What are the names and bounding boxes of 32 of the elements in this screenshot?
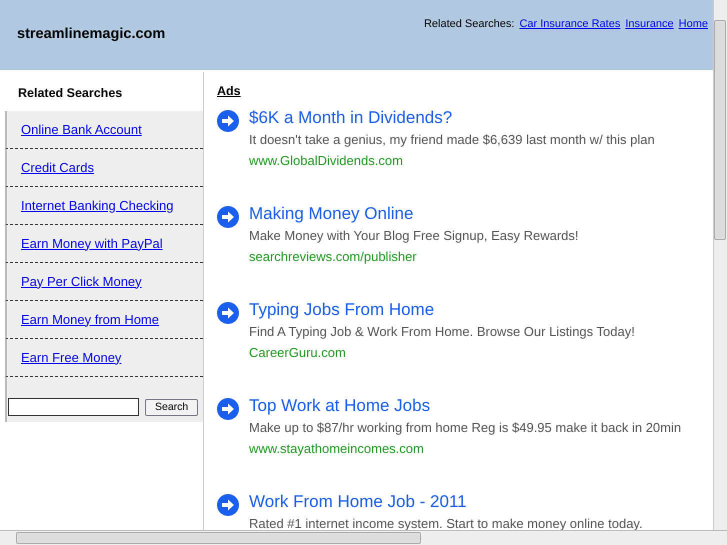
ad-url[interactable]: www.stayathomeincomes.com [249, 438, 682, 458]
vertical-scrollbar[interactable] [713, 0, 727, 530]
arrow-circle-icon[interactable] [217, 302, 239, 324]
related-link[interactable]: Insurance [625, 16, 674, 32]
ads-heading: Ads [217, 83, 242, 100]
ad-url[interactable]: CareerGuru.com [249, 342, 635, 362]
ad-description: Find A Typing Job & Work From Home. Browse Our Listings Today! [249, 322, 635, 340]
ad-title-link[interactable]: Work From Home Job - 2011 [249, 490, 643, 513]
sidebar-link[interactable]: Credit Cards [21, 158, 94, 177]
ad-url[interactable]: searchreviews.com/publisher [249, 246, 579, 266]
arrow-circle-icon[interactable] [217, 398, 239, 420]
arrow-circle-icon[interactable] [217, 494, 239, 516]
ad-description: Make up to $87/hr working from home Reg is $49.95 make it back in 20min [249, 418, 682, 436]
ad-title-link[interactable]: Top Work at Home Jobs [249, 394, 682, 417]
arrow-circle-icon[interactable] [217, 206, 239, 228]
ad-url[interactable]: www.GlobalDividends.com [249, 150, 655, 170]
ad-title-link[interactable]: $6K a Month in Dividends? [249, 106, 655, 129]
scrollbar-thumb[interactable] [714, 20, 726, 240]
related-searches-label: Related Searches: [424, 16, 514, 32]
scrollbar-thumb[interactable] [16, 532, 421, 544]
related-link[interactable]: Home [678, 16, 708, 32]
search-button[interactable]: Search [145, 398, 198, 416]
site-title: streamlinemagic.com [17, 25, 166, 44]
horizontal-scrollbar[interactable] [0, 530, 727, 545]
sidebar-heading: Related Searches [17, 85, 124, 102]
ad-description: It doesn't take a genius, my friend made $6,639 last month w/ this plan [249, 130, 655, 148]
ad-title-link[interactable]: Making Money Online [249, 202, 579, 225]
related-link[interactable]: Car Insurance Rates [519, 16, 620, 32]
ad-description: Make Money with Your Blog Free Signup, Easy Rewards! [249, 226, 579, 244]
ad-title-link[interactable]: Typing Jobs From Home [249, 298, 635, 321]
arrow-circle-icon[interactable] [217, 110, 239, 132]
search-field[interactable] [8, 398, 139, 416]
